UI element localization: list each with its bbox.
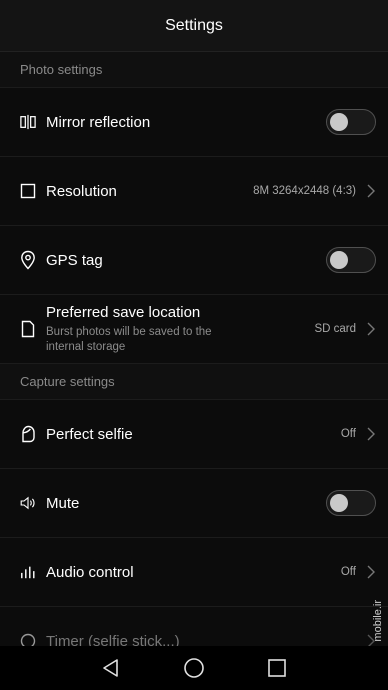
preferred-save-location-label: Preferred save location [46, 303, 201, 321]
timer-label: Timer (selfie stick...) [46, 632, 180, 647]
audio-control-label: Audio control [46, 563, 134, 581]
gps-tag-row[interactable]: GPS tag [0, 226, 388, 295]
perfect-selfie-label: Perfect selfie [46, 425, 133, 443]
chevron-right-icon [366, 427, 376, 441]
mute-toggle[interactable] [326, 490, 376, 516]
chevron-right-icon [366, 322, 376, 336]
location-pin-icon [20, 250, 36, 270]
resolution-row[interactable]: Resolution 8M 3264x2448 (4:3) [0, 157, 388, 226]
perfect-selfie-value: Off [340, 428, 356, 440]
mirror-reflection-label: Mirror reflection [46, 113, 151, 131]
timer-icon [20, 631, 36, 646]
toggle-knob [330, 250, 348, 269]
gps-tag-toggle[interactable] [326, 247, 376, 273]
section-header-capture: Capture settings [0, 364, 388, 400]
gps-tag-label: GPS tag [46, 251, 103, 269]
app-header: Settings [0, 0, 388, 52]
resolution-label: Resolution [46, 182, 117, 200]
preferred-save-location-row[interactable]: Preferred save location Burst photos wil… [0, 295, 388, 364]
audio-bars-icon [20, 562, 36, 582]
mute-label: Mute [46, 494, 80, 512]
chevron-right-icon [366, 184, 376, 198]
toggle-knob [330, 493, 348, 512]
home-icon[interactable] [180, 654, 208, 682]
audio-control-row[interactable]: Audio control Off [0, 538, 388, 607]
resolution-icon [20, 181, 36, 201]
file-icon [20, 319, 36, 339]
preferred-save-location-subtitle: Burst photos will be saved to the intern… [46, 325, 212, 353]
resolution-value: 8M 3264x2448 (4:3) [253, 185, 356, 197]
recents-icon[interactable] [263, 654, 291, 682]
mute-row[interactable]: Mute [0, 469, 388, 538]
preferred-save-location-value: SD card [314, 323, 356, 335]
timer-row[interactable]: Timer (selfie stick...) [0, 607, 388, 646]
face-icon [20, 424, 36, 444]
chevron-right-icon [366, 565, 376, 579]
settings-list[interactable]: Photo settings Mirror reflection Resolut… [0, 52, 388, 646]
mirror-reflection-toggle[interactable] [326, 109, 376, 135]
back-icon[interactable] [97, 654, 125, 682]
page-title: Settings [165, 16, 223, 34]
section-header-photo: Photo settings [0, 52, 388, 88]
speaker-icon [20, 493, 36, 513]
mirror-reflection-row[interactable]: Mirror reflection [0, 88, 388, 157]
watermark-text: mobile.ir [372, 600, 384, 642]
mirror-icon [20, 112, 36, 132]
system-navigation-bar [0, 646, 388, 690]
toggle-knob [330, 112, 348, 131]
audio-control-value: Off [340, 566, 356, 578]
perfect-selfie-row[interactable]: Perfect selfie Off [0, 400, 388, 469]
